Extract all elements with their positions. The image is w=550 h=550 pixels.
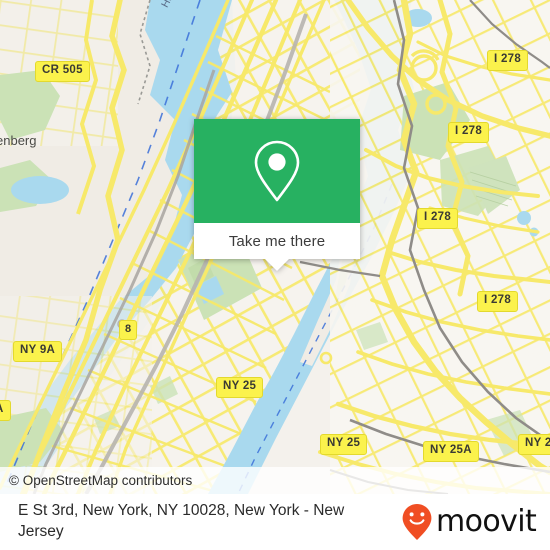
address-text: E St 3rd, New York, NY 10028, New York -…: [18, 502, 345, 540]
road-shield: I 278: [487, 50, 529, 71]
road-shield: I 278: [477, 291, 519, 312]
road-shield: 8: [119, 320, 138, 340]
map-pin-icon: [254, 140, 300, 202]
popup-tail: [265, 259, 289, 271]
take-me-there-label: Take me there: [228, 232, 326, 250]
road-shield: NY 2: [518, 434, 550, 455]
road-shield: I 278: [448, 122, 490, 143]
moovit-logo[interactable]: moovit: [400, 502, 537, 542]
road-shield: NY 25A: [423, 441, 479, 462]
road-shield: A: [0, 400, 11, 421]
footer-bar: E St 3rd, New York, NY 10028, New York -…: [0, 494, 550, 550]
moovit-wordmark: moovit: [436, 504, 537, 539]
road-shield: NY 25: [320, 434, 368, 455]
map-screenshot: CR 505 I 278 I 278 I 278 I 278 8 NY 9A A…: [0, 0, 550, 550]
location-popup-card[interactable]: Take me there: [194, 119, 360, 271]
popup-action-bar[interactable]: Take me there: [194, 223, 360, 259]
road-shield: CR 505: [35, 61, 90, 82]
popup-pin-area: [194, 119, 360, 223]
road-shield: I 278: [417, 208, 459, 229]
moovit-smile-pin-icon: [402, 504, 432, 540]
attribution-text: © OpenStreetMap contributors: [9, 473, 193, 488]
road-shield: NY 25: [216, 377, 264, 398]
road-shield: NY 9A: [13, 341, 63, 362]
map-attribution-bar: © OpenStreetMap contributors: [0, 467, 550, 494]
place-label: enberg: [0, 133, 37, 148]
